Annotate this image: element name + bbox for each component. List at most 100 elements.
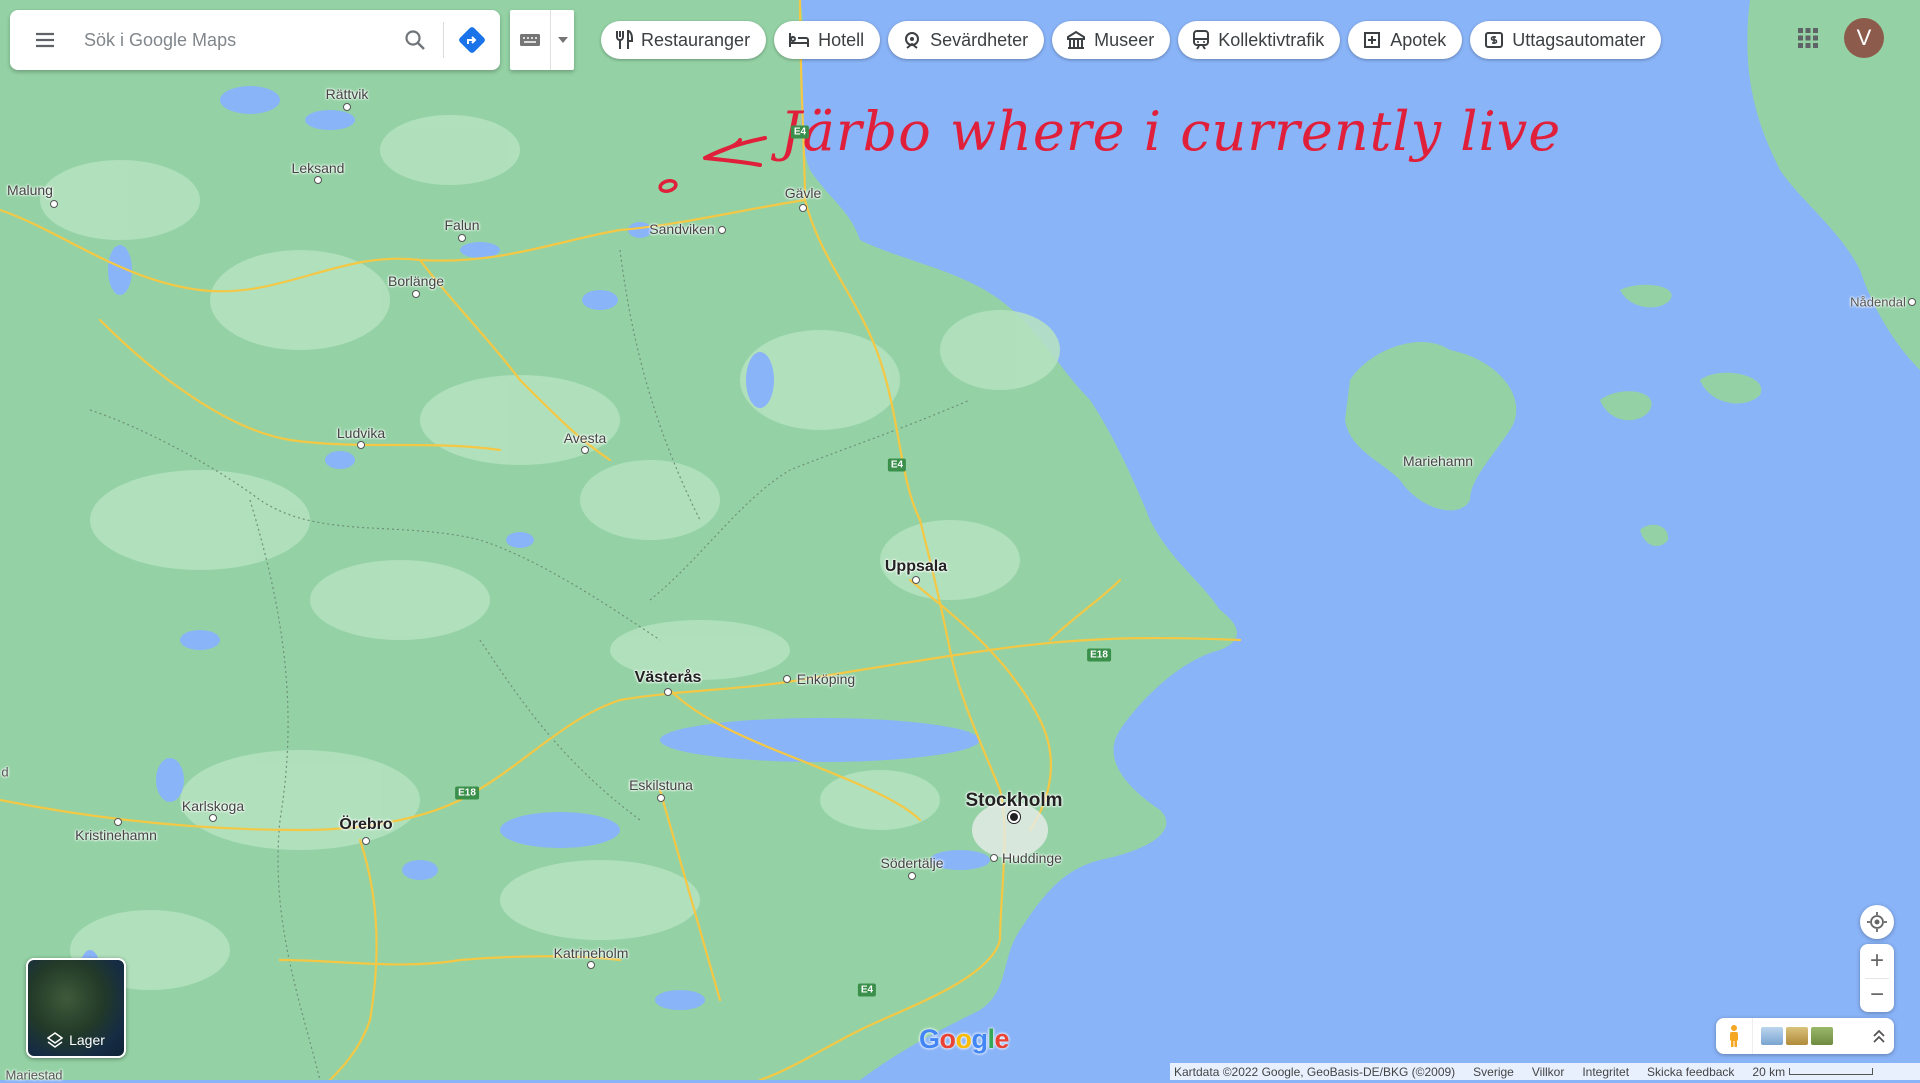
city-dot bbox=[362, 837, 370, 845]
directions-icon bbox=[459, 27, 485, 53]
zoom-in-button[interactable]: + bbox=[1860, 944, 1894, 978]
send-feedback-link[interactable]: Skicka feedback bbox=[1647, 1065, 1734, 1079]
imagery-thumb[interactable] bbox=[1761, 1027, 1783, 1045]
zoom-out-button[interactable]: − bbox=[1860, 978, 1894, 1012]
chip-restaurants[interactable]: Restauranger bbox=[601, 21, 767, 59]
terms-link[interactable]: Villkor bbox=[1532, 1065, 1564, 1079]
chip-pharmacy[interactable]: Apotek bbox=[1348, 21, 1463, 59]
city-dot bbox=[912, 576, 920, 584]
place-label-vasteras[interactable]: Västerås bbox=[635, 669, 702, 687]
attraction-icon bbox=[902, 30, 922, 50]
pegman-button[interactable] bbox=[1716, 1018, 1753, 1054]
google-apps-button[interactable] bbox=[1792, 22, 1824, 54]
chip-label: Apotek bbox=[1390, 29, 1447, 50]
restaurant-icon bbox=[615, 30, 633, 50]
street-view-strip bbox=[1716, 1018, 1894, 1054]
imagery-thumb[interactable] bbox=[1811, 1027, 1833, 1045]
privacy-link[interactable]: Integritet bbox=[1582, 1065, 1629, 1079]
my-location-button[interactable] bbox=[1860, 905, 1894, 939]
place-label-uppsala[interactable]: Uppsala bbox=[885, 558, 947, 576]
category-chips: Restauranger Hotell Sevärdheter Museer K… bbox=[601, 21, 1662, 59]
search-box bbox=[10, 10, 500, 70]
place-label-stockholm[interactable]: Stockholm bbox=[965, 790, 1062, 812]
directions-button[interactable] bbox=[444, 10, 500, 70]
city-dot bbox=[664, 688, 672, 696]
chip-label: Museer bbox=[1094, 29, 1155, 50]
place-label-kristinehamn[interactable]: Kristinehamn bbox=[75, 827, 157, 843]
place-label-ludvika[interactable]: Ludvika bbox=[337, 425, 385, 441]
place-label-leksand[interactable]: Leksand bbox=[292, 160, 345, 176]
chip-label: Hotell bbox=[818, 29, 865, 50]
place-label-malung[interactable]: Malung bbox=[7, 182, 53, 198]
search-input[interactable] bbox=[80, 20, 387, 60]
museum-icon bbox=[1066, 30, 1086, 50]
pegman-icon bbox=[1730, 1025, 1738, 1047]
place-label-sandviken[interactable]: Sandviken bbox=[649, 221, 714, 237]
place-label-eskilstuna[interactable]: Eskilstuna bbox=[629, 777, 693, 793]
place-label-gavle[interactable]: Gävle bbox=[785, 185, 822, 201]
capital-dot bbox=[1008, 811, 1020, 823]
city-dot bbox=[581, 446, 589, 454]
place-label-avesta[interactable]: Avesta bbox=[564, 430, 607, 446]
input-tools-dropdown[interactable] bbox=[551, 10, 574, 70]
city-dot bbox=[1908, 298, 1916, 306]
map-data-credit: Kartdata ©2022 Google, GeoBasis-DE/BKG (… bbox=[1174, 1064, 1456, 1079]
scale-control[interactable]: 20 km bbox=[1752, 1064, 1874, 1079]
chip-museums[interactable]: Museer bbox=[1052, 21, 1171, 59]
menu-button[interactable] bbox=[10, 10, 80, 70]
place-label-borlange[interactable]: Borlänge bbox=[388, 273, 444, 289]
place-label-huddinge[interactable]: Huddinge bbox=[1002, 850, 1062, 866]
country-link[interactable]: Sverige bbox=[1473, 1065, 1514, 1079]
hotel-icon bbox=[788, 32, 810, 48]
city-dot bbox=[587, 961, 595, 969]
place-label-mariehamn[interactable]: Mariehamn bbox=[1403, 453, 1473, 469]
city-dot bbox=[799, 204, 807, 212]
place-label-partial[interactable]: d bbox=[1, 765, 8, 780]
place-label-falun[interactable]: Falun bbox=[444, 217, 479, 233]
annotation-text: Järbo where i currently live bbox=[780, 100, 1562, 163]
chip-atm[interactable]: Uttagsautomater bbox=[1470, 21, 1662, 59]
chip-label: Uttagsautomater bbox=[1512, 29, 1646, 50]
layers-icon bbox=[47, 1032, 64, 1048]
expand-button[interactable] bbox=[1864, 1029, 1894, 1043]
city-dot bbox=[50, 200, 58, 208]
chevron-down-icon bbox=[557, 37, 568, 43]
chip-attractions[interactable]: Sevärdheter bbox=[888, 21, 1045, 59]
road-shield-e18: E18 bbox=[1087, 648, 1111, 662]
imagery-thumb[interactable] bbox=[1786, 1027, 1808, 1045]
place-label-nadendal[interactable]: Nådendal bbox=[1850, 295, 1906, 310]
place-label-karlskoga[interactable]: Karlskoga bbox=[182, 798, 244, 814]
road-shield-e4: E4 bbox=[790, 125, 810, 139]
my-location-icon bbox=[1867, 912, 1887, 932]
city-dot bbox=[412, 290, 420, 298]
place-label-rattvik[interactable]: Rättvik bbox=[326, 86, 369, 102]
city-dot bbox=[458, 234, 466, 242]
city-dot bbox=[783, 675, 791, 683]
place-label-orebro[interactable]: Örebro bbox=[339, 816, 392, 834]
chip-hotels[interactable]: Hotell bbox=[774, 21, 881, 59]
city-dot bbox=[718, 226, 726, 234]
city-dot bbox=[314, 176, 322, 184]
imagery-thumbnails bbox=[1753, 1027, 1864, 1045]
place-label-katrineholm[interactable]: Katrineholm bbox=[554, 945, 629, 961]
city-dot bbox=[990, 854, 998, 862]
city-dot bbox=[357, 441, 365, 449]
place-label-enkoping[interactable]: Enköping bbox=[797, 671, 855, 687]
city-dot bbox=[657, 794, 665, 802]
chip-label: Kollektivtrafik bbox=[1218, 29, 1325, 50]
road-shield-e4: E4 bbox=[887, 458, 907, 472]
layers-button[interactable]: Lager bbox=[26, 958, 126, 1058]
google-logo: Google bbox=[919, 1024, 1010, 1054]
scale-label: 20 km bbox=[1752, 1064, 1786, 1079]
place-label-mariestad[interactable]: Mariestad bbox=[5, 1068, 62, 1083]
account-avatar[interactable]: V bbox=[1844, 18, 1884, 58]
city-dot bbox=[908, 872, 916, 880]
atm-icon bbox=[1484, 31, 1504, 49]
search-button[interactable] bbox=[387, 10, 443, 70]
place-label-sodertalje[interactable]: Södertälje bbox=[880, 855, 943, 871]
chip-label: Restauranger bbox=[641, 29, 751, 50]
apps-grid-icon bbox=[1798, 28, 1818, 48]
keyboard-button[interactable] bbox=[510, 10, 550, 70]
chip-transit[interactable]: Kollektivtrafik bbox=[1178, 21, 1341, 59]
zoom-controls: + − bbox=[1860, 944, 1894, 1012]
